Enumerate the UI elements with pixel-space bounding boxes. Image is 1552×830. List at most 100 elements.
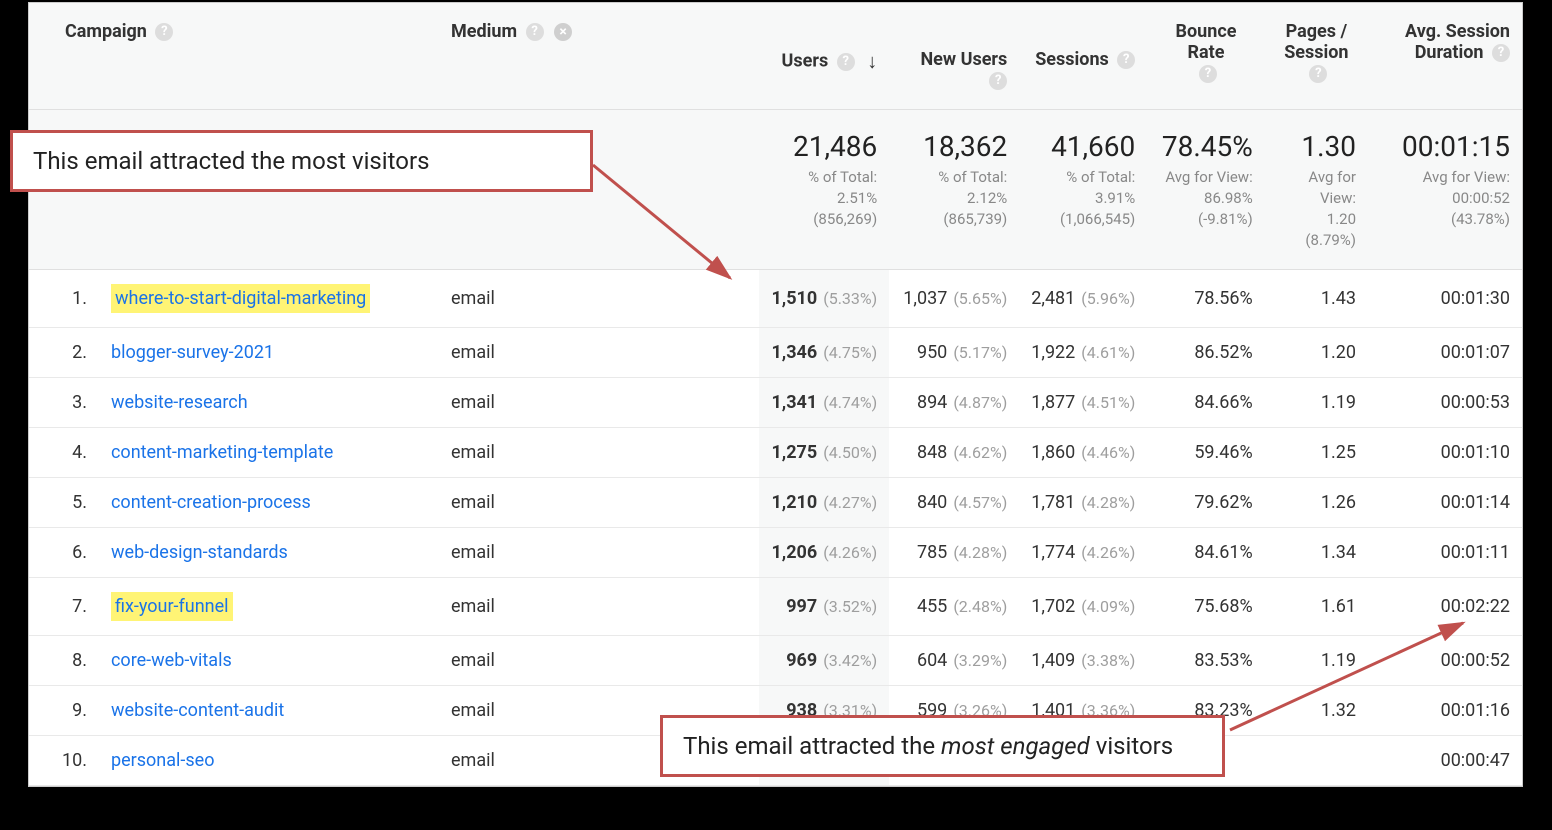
col-bounce[interactable]: Bounce Rate ? <box>1147 3 1264 110</box>
row-index: 4. <box>29 428 99 478</box>
row-medium: email <box>439 478 759 528</box>
row-medium: email <box>439 428 759 478</box>
row-users: 969(3.42%) <box>759 636 889 686</box>
row-duration: 00:01:30 <box>1368 270 1522 328</box>
row-sessions: 1,922(4.61%) <box>1019 328 1147 378</box>
campaign-link[interactable]: blogger-survey-2021 <box>111 342 274 363</box>
row-users: 1,275(4.50%) <box>759 428 889 478</box>
row-bounce: 84.66% <box>1147 378 1264 428</box>
campaign-link[interactable]: where-to-start-digital-marketing <box>115 288 366 309</box>
help-icon[interactable]: ? <box>1492 44 1510 62</box>
row-pages: 1.26 <box>1265 478 1368 528</box>
col-campaign[interactable]: Campaign ? <box>29 3 439 110</box>
row-bounce: 79.62% <box>1147 478 1264 528</box>
row-pages: 1.25 <box>1265 428 1368 478</box>
row-users: 997(3.52%) <box>759 578 889 636</box>
row-pages <box>1265 736 1368 786</box>
campaign-link[interactable]: content-creation-process <box>111 492 311 513</box>
row-pages: 1.43 <box>1265 270 1368 328</box>
row-new-users: 840(4.57%) <box>889 478 1019 528</box>
row-duration: 00:00:53 <box>1368 378 1522 428</box>
help-icon[interactable]: ? <box>155 23 173 41</box>
row-new-users: 894(4.87%) <box>889 378 1019 428</box>
row-index: 9. <box>29 686 99 736</box>
help-icon[interactable]: ? <box>526 23 544 41</box>
row-users: 1,210(4.27%) <box>759 478 889 528</box>
row-medium: email <box>439 578 759 636</box>
col-new-users[interactable]: New Users ? <box>889 3 1019 110</box>
table-row[interactable]: 1. where-to-start-digital-marketing emai… <box>29 270 1522 328</box>
callout-most-engaged: This email attracted the most engaged vi… <box>660 715 1225 777</box>
row-index: 5. <box>29 478 99 528</box>
col-duration[interactable]: Avg. Session Duration ? <box>1368 3 1522 110</box>
row-medium: email <box>439 378 759 428</box>
row-users: 1,346(4.75%) <box>759 328 889 378</box>
row-pages: 1.20 <box>1265 328 1368 378</box>
row-new-users: 785(4.28%) <box>889 528 1019 578</box>
campaign-link[interactable]: fix-your-funnel <box>115 596 229 617</box>
row-new-users: 848(4.62%) <box>889 428 1019 478</box>
row-users: 1,206(4.26%) <box>759 528 889 578</box>
row-index: 7. <box>29 578 99 636</box>
row-duration: 00:01:10 <box>1368 428 1522 478</box>
row-index: 6. <box>29 528 99 578</box>
row-new-users: 1,037(5.65%) <box>889 270 1019 328</box>
help-icon[interactable]: ? <box>1309 65 1327 83</box>
row-new-users: 950(5.17%) <box>889 328 1019 378</box>
row-sessions: 1,877(4.51%) <box>1019 378 1147 428</box>
arrow-icon <box>1225 615 1485 735</box>
row-new-users: 455(2.48%) <box>889 578 1019 636</box>
table-row[interactable]: 6. web-design-standards email 1,206(4.26… <box>29 528 1522 578</box>
close-icon[interactable]: × <box>554 23 572 41</box>
row-duration: 00:01:14 <box>1368 478 1522 528</box>
table-row[interactable]: 4. content-marketing-template email 1,27… <box>29 428 1522 478</box>
help-icon[interactable]: ? <box>1117 51 1135 69</box>
campaign-link[interactable]: content-marketing-template <box>111 442 333 463</box>
row-index: 8. <box>29 636 99 686</box>
row-bounce: 59.46% <box>1147 428 1264 478</box>
help-icon[interactable]: ? <box>989 72 1007 90</box>
row-pages: 1.19 <box>1265 378 1368 428</box>
table-row[interactable]: 3. website-research email 1,341(4.74%) 8… <box>29 378 1522 428</box>
campaign-link[interactable]: website-content-audit <box>111 700 284 721</box>
row-index: 3. <box>29 378 99 428</box>
row-index: 2. <box>29 328 99 378</box>
row-users: 1,341(4.74%) <box>759 378 889 428</box>
col-medium[interactable]: Medium ? × <box>439 3 759 110</box>
row-duration: 00:01:11 <box>1368 528 1522 578</box>
campaign-link[interactable]: website-research <box>111 392 248 413</box>
row-pages: 1.34 <box>1265 528 1368 578</box>
col-users[interactable]: Users ? ↓ <box>759 3 889 110</box>
arrow-icon <box>590 160 750 290</box>
row-bounce: 86.52% <box>1147 328 1264 378</box>
row-duration: 00:01:07 <box>1368 328 1522 378</box>
table-row[interactable]: 2. blogger-survey-2021 email 1,346(4.75%… <box>29 328 1522 378</box>
callout-most-visitors: This email attracted the most visitors <box>10 130 593 192</box>
total-users: 21,486 <box>771 130 877 163</box>
total-sessions: 41,660 <box>1031 130 1135 163</box>
row-new-users: 604(3.29%) <box>889 636 1019 686</box>
row-sessions: 1,702(4.09%) <box>1019 578 1147 636</box>
col-pages[interactable]: Pages / Session ? <box>1265 3 1368 110</box>
row-medium: email <box>439 528 759 578</box>
campaign-link[interactable]: personal-seo <box>111 750 215 771</box>
total-new-users: 18,362 <box>901 130 1007 163</box>
row-bounce: 84.61% <box>1147 528 1264 578</box>
help-icon[interactable]: ? <box>1199 65 1217 83</box>
table-row[interactable]: 5. content-creation-process email 1,210(… <box>29 478 1522 528</box>
row-sessions: 1,409(3.38%) <box>1019 636 1147 686</box>
total-pages: 1.30 <box>1277 130 1356 163</box>
row-medium: email <box>439 328 759 378</box>
col-sessions[interactable]: Sessions ? <box>1019 3 1147 110</box>
row-index: 10. <box>29 736 99 786</box>
total-bounce: 78.45% <box>1159 130 1252 163</box>
row-bounce: 78.56% <box>1147 270 1264 328</box>
campaign-link[interactable]: core-web-vitals <box>111 650 232 671</box>
row-sessions: 1,860(4.46%) <box>1019 428 1147 478</box>
row-duration: 00:00:47 <box>1368 736 1522 786</box>
row-index: 1. <box>29 270 99 328</box>
campaign-link[interactable]: web-design-standards <box>111 542 288 563</box>
sort-down-icon[interactable]: ↓ <box>867 49 877 73</box>
help-icon[interactable]: ? <box>837 53 855 71</box>
row-sessions: 1,774(4.26%) <box>1019 528 1147 578</box>
